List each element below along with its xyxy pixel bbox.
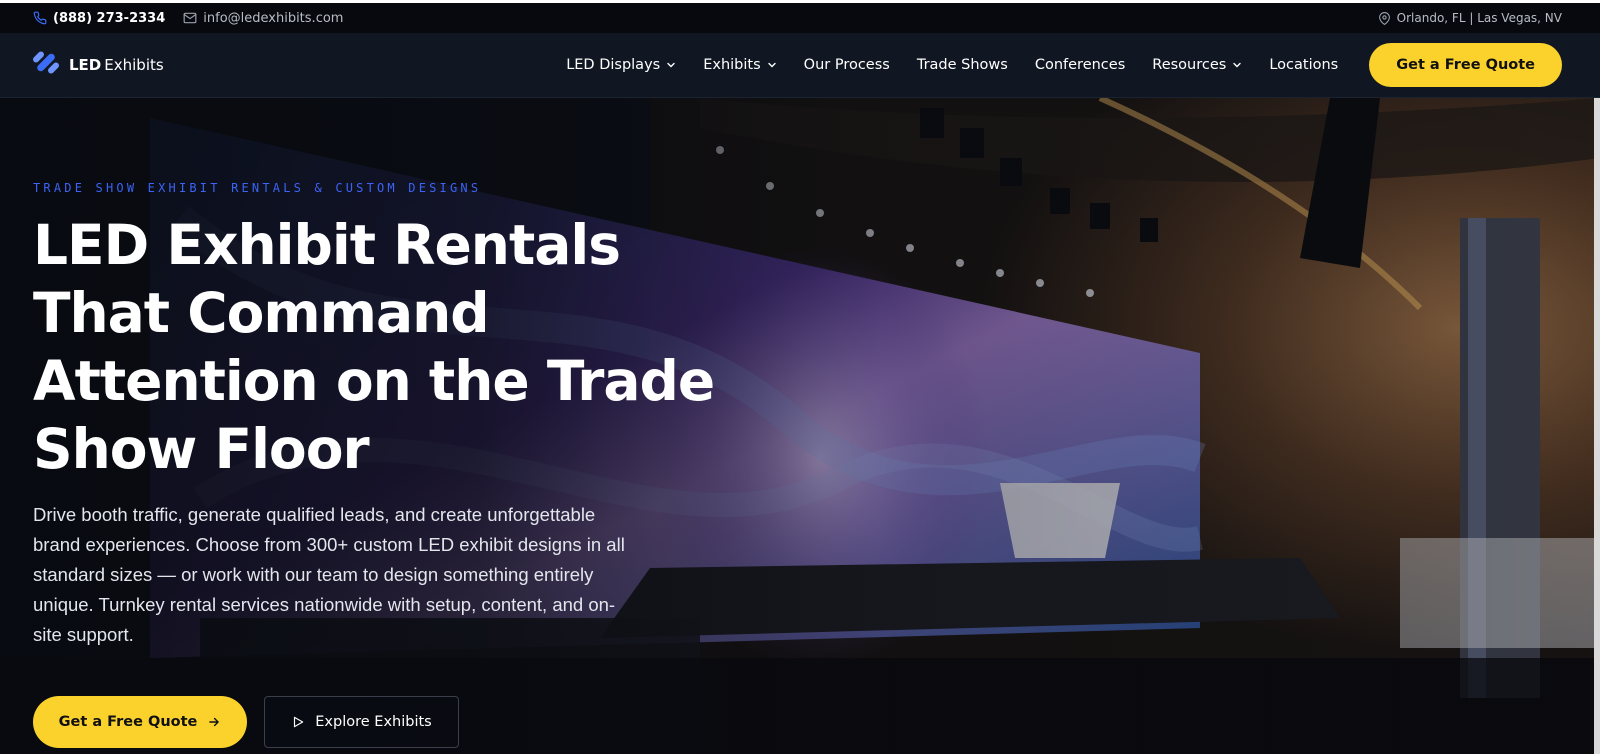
- nav-item-locations[interactable]: Locations: [1269, 57, 1338, 73]
- nav-item-resources[interactable]: Resources: [1152, 57, 1242, 73]
- arrow-right-icon: [209, 717, 220, 727]
- headline-line: Attention on the Trade: [33, 349, 715, 413]
- hero-quote-label: Get a Free Quote: [58, 714, 198, 730]
- play-icon: [294, 716, 304, 728]
- mail-icon: [183, 11, 197, 25]
- email-link[interactable]: info@ledexhibits.com: [183, 11, 343, 26]
- hero-eyebrow: TRADE SHOW EXHIBIT RENTALS & CUSTOM DESI…: [33, 181, 482, 195]
- hero-headline: LED Exhibit Rentals That Command Attenti…: [33, 211, 733, 483]
- nav-label: Conferences: [1034, 57, 1126, 73]
- nav-item-trade-shows[interactable]: Trade Shows: [917, 57, 1008, 73]
- logo-strong-text: LED: [69, 56, 102, 74]
- logo-mark-icon: [33, 50, 59, 80]
- location-info: Orlando, FL | Las Vegas, NV: [1378, 11, 1562, 25]
- phone-number: (888) 273-2334: [53, 10, 166, 26]
- main-navbar: LED Exhibits LED Displays Exhibits Our Pr…: [0, 33, 1600, 98]
- headline-line: That Command: [33, 281, 490, 345]
- nav-label: LED Displays: [566, 57, 661, 73]
- logo-rest-text: Exhibits: [104, 56, 164, 74]
- nav-label: Locations: [1269, 57, 1339, 73]
- chevron-down-icon: [767, 62, 776, 68]
- hero-section: TRADE SHOW EXHIBIT RENTALS & CUSTOM DESI…: [0, 98, 1600, 754]
- nav-label: Trade Shows: [916, 57, 1008, 73]
- map-pin-icon: [1378, 11, 1391, 25]
- nav-item-led-displays[interactable]: LED Displays: [566, 57, 676, 73]
- phone-link[interactable]: (888) 273-2334: [33, 11, 165, 26]
- contact-info: (888) 273-2334 info@ledexhibits.com: [33, 11, 343, 26]
- location-text: Orlando, FL | Las Vegas, NV: [1396, 11, 1562, 25]
- explore-exhibits-label: Explore Exhibits: [315, 714, 432, 730]
- primary-nav: LED Displays Exhibits Our Process Trade …: [566, 43, 1562, 87]
- hero-quote-button[interactable]: Get a Free Quote: [33, 696, 247, 748]
- nav-label: Exhibits: [703, 57, 761, 73]
- header-quote-button[interactable]: Get a Free Quote: [1369, 43, 1562, 87]
- page-scrollbar[interactable]: [1594, 98, 1600, 754]
- nav-label: Resources: [1152, 57, 1227, 73]
- nav-item-conferences[interactable]: Conferences: [1035, 57, 1125, 73]
- nav-item-exhibits[interactable]: Exhibits: [703, 57, 776, 73]
- top-utility-bar: (888) 273-2334 info@ledexhibits.com Orla…: [0, 0, 1600, 33]
- nav-label: Our Process: [803, 57, 890, 73]
- nav-item-our-process[interactable]: Our Process: [804, 57, 890, 73]
- site-logo[interactable]: LED Exhibits: [33, 50, 164, 80]
- hero-subtext: Drive booth traffic, generate qualified …: [33, 504, 625, 645]
- email-address: info@ledexhibits.com: [203, 10, 344, 26]
- headline-line: Show Floor: [33, 417, 370, 481]
- chevron-down-icon: [1233, 62, 1242, 68]
- explore-exhibits-button[interactable]: Explore Exhibits: [264, 696, 459, 748]
- logo-wordmark: LED Exhibits: [69, 56, 164, 74]
- headline-line: LED Exhibit Rentals: [33, 213, 621, 277]
- chevron-down-icon: [667, 62, 675, 68]
- page: (888) 273-2334 info@ledexhibits.com Orla…: [0, 0, 1600, 754]
- phone-icon: [33, 11, 47, 25]
